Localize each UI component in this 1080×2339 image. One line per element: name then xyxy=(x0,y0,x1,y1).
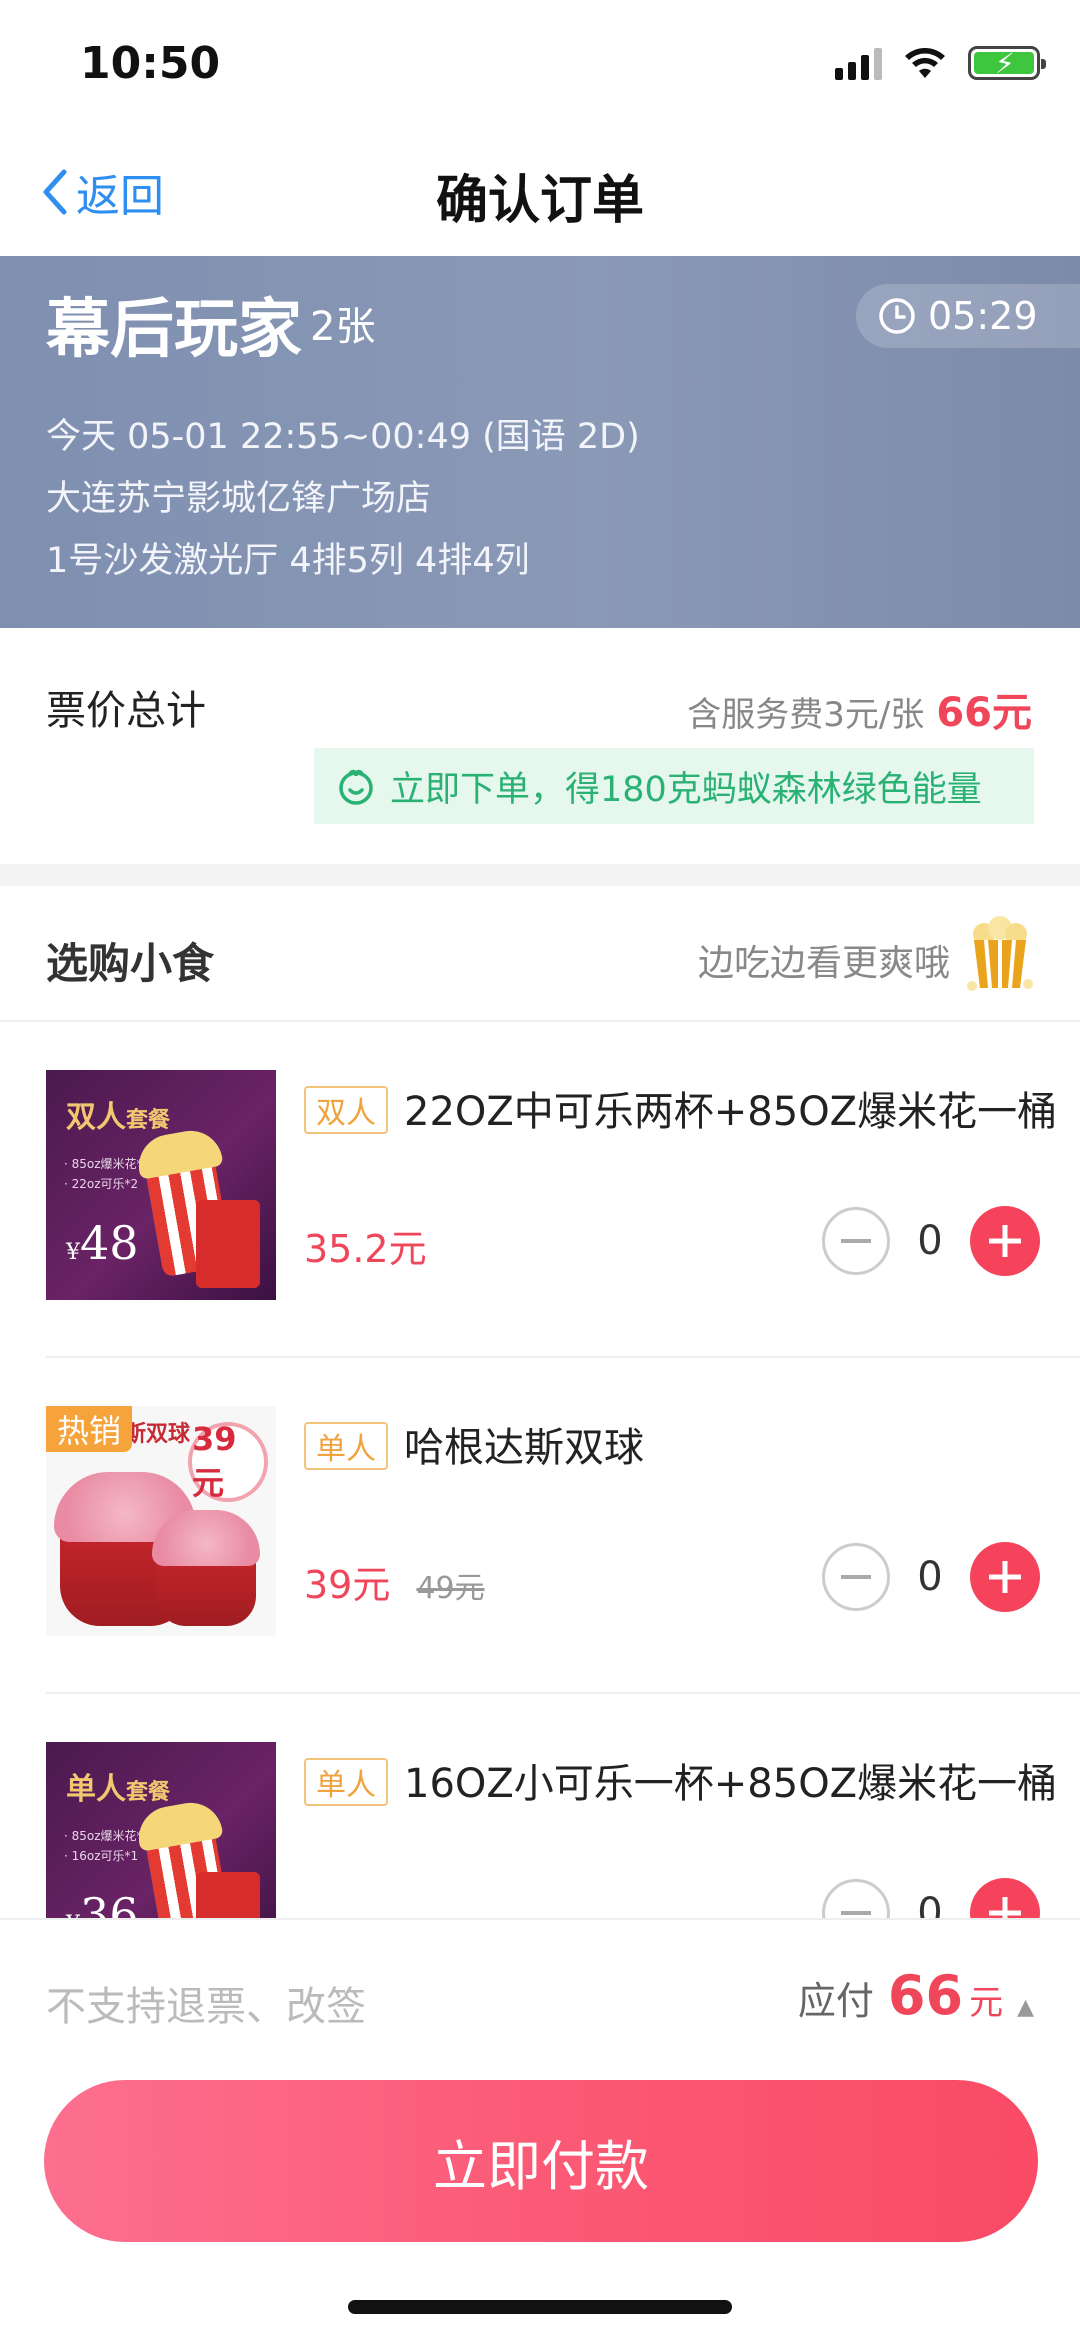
snack-image: 双人套餐 · 85oz爆米花*1 · 22oz可乐*2 ¥48 xyxy=(46,1070,276,1300)
snacks-header: 选购小食 边吃边看更爽哦 xyxy=(0,886,1080,1022)
plus-button[interactable] xyxy=(970,1542,1040,1612)
minus-icon xyxy=(841,1911,871,1915)
combo-image-title: 单人套餐 xyxy=(66,1772,171,1807)
checkout-bar: 不支持退票、改签 应付 66 元 ▲ 立即付款 xyxy=(0,1918,1080,2339)
signal-icon xyxy=(835,46,882,80)
snack-tag: 单人 xyxy=(304,1422,388,1470)
battery-icon: ⚡ xyxy=(968,46,1046,80)
snack-tag: 单人 xyxy=(304,1758,388,1806)
hot-sale-badge: 热销 xyxy=(46,1406,132,1452)
snacks-subtitle: 边吃边看更爽哦 xyxy=(697,943,950,984)
section-divider xyxy=(0,864,1080,886)
snacks-title: 选购小食 xyxy=(46,939,215,988)
snack-tag: 双人 xyxy=(304,1086,388,1134)
snack-name: 哈根达斯双球 xyxy=(404,1425,644,1471)
energy-banner: 立即下单，得180克蚂蚁森林绿色能量 xyxy=(314,748,1034,824)
amount-due[interactable]: 应付 66 元 ▲ xyxy=(798,1964,1034,2027)
combo-image-price: ¥48 xyxy=(66,1216,139,1270)
minus-icon xyxy=(841,1239,871,1243)
combo-image-contents: · 85oz爆米花*1 · 16oz可乐*1 xyxy=(64,1829,151,1863)
ice-cream-price-badge: 39元 xyxy=(188,1420,268,1502)
combo-image-contents: · 85oz爆米花*1 · 22oz可乐*2 xyxy=(64,1157,151,1191)
popcorn-icon xyxy=(967,916,1033,991)
amount-due-label: 应付 xyxy=(797,1979,874,2023)
snack-price: 35.2元 xyxy=(304,1227,427,1271)
ice-cream-image-name: 斯双球 xyxy=(124,1422,191,1447)
amount-due-value: 66 xyxy=(887,1964,964,2027)
status-bar: 10:50 ⚡ xyxy=(0,0,1080,130)
caret-up-icon: ▲ xyxy=(1017,1995,1034,2020)
status-time: 10:50 xyxy=(80,38,221,89)
status-icons: ⚡ xyxy=(835,46,1046,80)
cinema-name: 大连苏宁影城亿锋广场店 xyxy=(46,479,432,519)
ticket-price-section: 票价总计 含服务费3元/张 66元 立即下单，得180克蚂蚁森林绿色能量 xyxy=(0,628,1080,864)
ice-cream-cup-graphic xyxy=(152,1510,260,1626)
minus-button[interactable] xyxy=(822,1543,890,1611)
quantity-stepper: 0 xyxy=(822,1206,1040,1276)
home-indicator xyxy=(348,2300,732,2314)
movie-title: 幕后玩家 xyxy=(46,293,302,367)
combo-image-title: 双人套餐 xyxy=(66,1100,171,1135)
snack-price: 39元 xyxy=(304,1563,391,1607)
timer-value: 05:29 xyxy=(928,294,1038,338)
snack-name: 22OZ中可乐两杯+85OZ爆米花一桶 xyxy=(404,1089,1058,1135)
pay-now-button[interactable]: 立即付款 xyxy=(44,2080,1038,2242)
ticket-price-label: 票价总计 xyxy=(46,688,206,734)
minus-icon xyxy=(841,1575,871,1579)
showtime: 今天 05-01 22:55~00:49 (国语 2D) xyxy=(46,417,640,457)
countdown-timer: 05:29 xyxy=(856,284,1080,348)
movie-info: 幕后玩家 2张 05:29 今天 05-01 22:55~00:49 (国语 2… xyxy=(0,256,1080,628)
snack-image: 斯双球 39元 热销 xyxy=(46,1406,276,1636)
snack-item[interactable]: 斯双球 39元 热销 哈根达斯双球 单人 39元 49元 0 xyxy=(46,1358,1080,1694)
ticket-total: 66元 xyxy=(936,690,1032,736)
ticket-count: 2张 xyxy=(310,304,376,350)
quantity-stepper: 0 xyxy=(822,1542,1040,1612)
minus-button[interactable] xyxy=(822,1207,890,1275)
snack-item[interactable]: 双人套餐 · 85oz爆米花*1 · 22oz可乐*2 ¥48 22OZ中可乐两… xyxy=(46,1022,1080,1358)
snack-original-price: 49元 xyxy=(416,1571,485,1606)
page-title: 确认订单 xyxy=(435,171,644,231)
energy-tip: 立即下单，得180克蚂蚁森林绿色能量 xyxy=(390,769,982,810)
quantity-value: 0 xyxy=(917,1218,943,1264)
quantity-value: 0 xyxy=(917,1554,943,1600)
snack-price-row: 39元 49元 xyxy=(304,1554,485,1609)
ant-forest-icon xyxy=(339,769,373,805)
clock-icon xyxy=(879,298,915,334)
plus-button[interactable] xyxy=(970,1206,1040,1276)
snack-price-row: 35.2元 xyxy=(304,1218,427,1273)
snack-name: 16OZ小可乐一杯+85OZ爆米花一桶 xyxy=(404,1761,1058,1807)
refund-policy-note: 不支持退票、改签 xyxy=(46,1984,366,2030)
ticket-price-summary[interactable]: 含服务费3元/张 66元 xyxy=(687,680,1032,738)
cola-cup-graphic xyxy=(196,1200,260,1288)
seat-info: 1号沙发激光厅 4排5列 4排4列 xyxy=(46,541,530,581)
amount-due-unit: 元 xyxy=(969,1983,1004,2023)
nav-bar: 返回 确认订单 xyxy=(0,130,1080,256)
service-fee-note: 含服务费3元/张 xyxy=(687,695,925,735)
wifi-icon xyxy=(905,48,945,78)
